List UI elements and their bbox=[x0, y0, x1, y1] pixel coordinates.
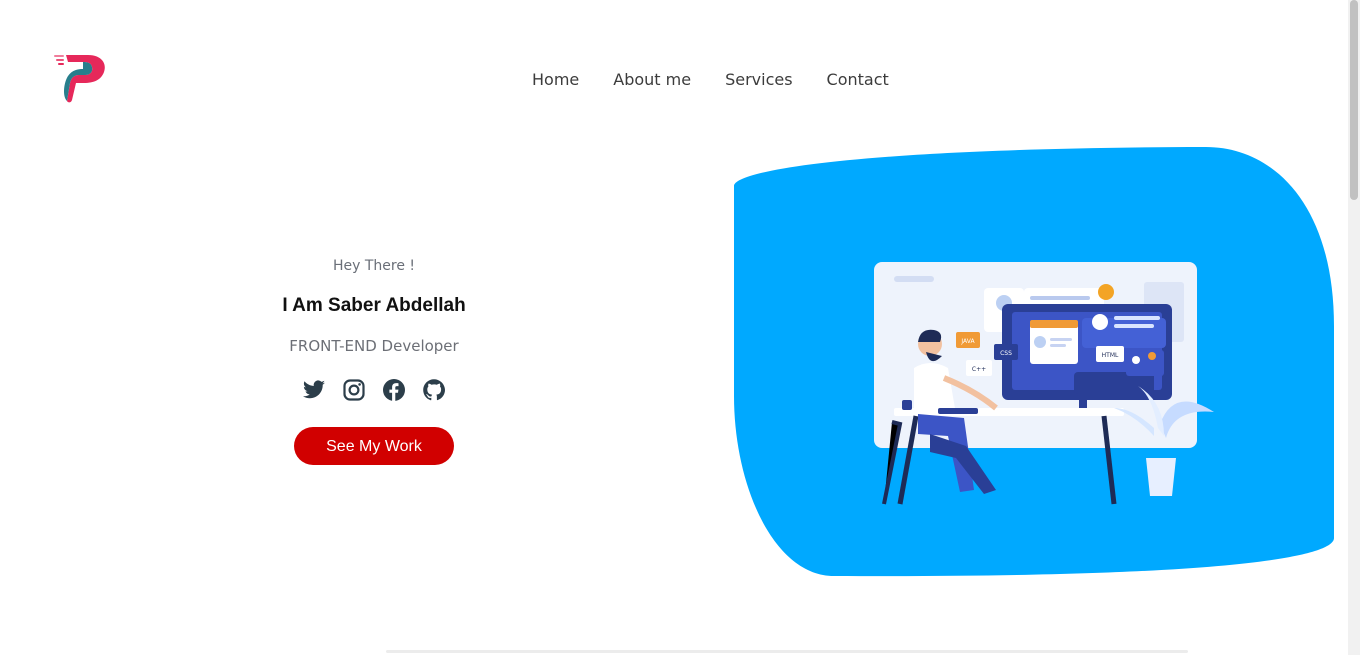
nav-services[interactable]: Services bbox=[708, 68, 809, 92]
github-icon[interactable] bbox=[422, 378, 446, 402]
social-links bbox=[224, 378, 524, 402]
logo[interactable] bbox=[52, 50, 110, 106]
hero-intro: Hey There ! I Am Saber Abdellah FRONT-EN… bbox=[224, 255, 524, 465]
see-my-work-button[interactable]: See My Work bbox=[294, 427, 454, 465]
page: Home About me Services Contact Hey There… bbox=[0, 0, 1348, 655]
nav-about-me[interactable]: About me bbox=[596, 68, 708, 92]
nav-home[interactable]: Home bbox=[515, 68, 596, 92]
hero-illustration: JAVA CSS C++ HTML bbox=[734, 146, 1336, 578]
hero-greeting: Hey There ! bbox=[332, 258, 416, 274]
facebook-icon[interactable] bbox=[382, 378, 406, 402]
scrollbar[interactable] bbox=[1348, 0, 1360, 655]
java-badge: JAVA bbox=[960, 338, 975, 345]
html-badge: HTML bbox=[1102, 352, 1119, 359]
nav-contact[interactable]: Contact bbox=[810, 68, 906, 92]
scrollbar-thumb[interactable] bbox=[1350, 0, 1358, 200]
twitter-icon[interactable] bbox=[302, 378, 326, 402]
hero-name: I Am Saber Abdellah bbox=[282, 295, 466, 316]
css-badge: CSS bbox=[1000, 350, 1012, 357]
main-nav: Home About me Services Contact bbox=[515, 68, 906, 92]
plant-pot bbox=[1146, 458, 1176, 496]
next-section-edge bbox=[386, 650, 1188, 653]
p-logo-icon bbox=[54, 55, 105, 103]
hero-role: FRONT-END Developer bbox=[289, 337, 459, 355]
instagram-icon[interactable] bbox=[342, 378, 366, 402]
cpp-badge: C++ bbox=[972, 366, 986, 373]
